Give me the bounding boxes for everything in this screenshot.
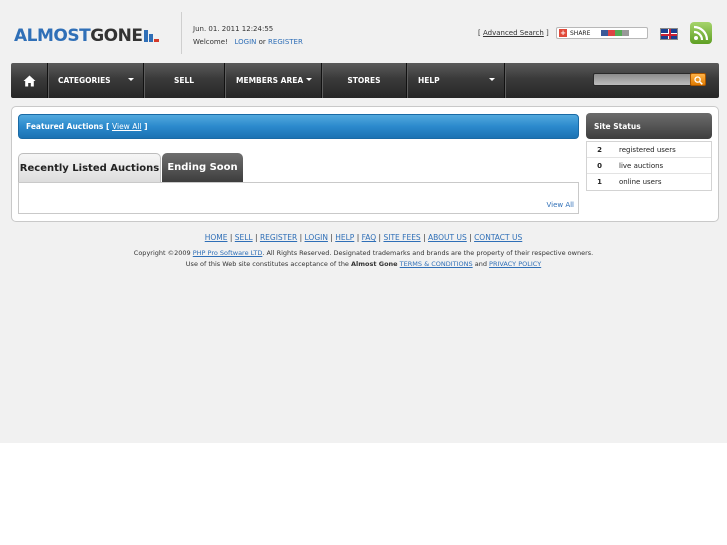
- nav-members-area[interactable]: MEMBERS AREA: [225, 63, 322, 98]
- page: ALMOST GONE Jun. 01. 2011 12:24:55 Welcom…: [0, 0, 727, 443]
- share-label: SHARE: [570, 29, 591, 37]
- status-value: 0: [597, 161, 602, 170]
- advanced-search: [ Advanced Search ]: [478, 29, 549, 37]
- copyright-line: Copyright ©2009 PHP Pro Software LTD. Al…: [0, 249, 727, 257]
- nav-stores[interactable]: STORES: [322, 63, 407, 98]
- nav-stores-label: STORES: [347, 76, 381, 85]
- search-input[interactable]: [593, 73, 693, 86]
- nav-categories-label: CATEGORIES: [58, 76, 111, 85]
- footer-link-sell[interactable]: SELL: [235, 233, 253, 242]
- current-datetime: Jun. 01. 2011 12:24:55: [193, 25, 274, 33]
- featured-title: Featured Auctions: [26, 122, 104, 131]
- tab-ending-soon[interactable]: Ending Soon: [162, 153, 243, 182]
- register-link[interactable]: REGISTER: [268, 38, 303, 46]
- chevron-down-icon: [128, 78, 134, 81]
- footer-link-home[interactable]: HOME: [205, 233, 228, 242]
- tab-panel: View All: [18, 182, 579, 214]
- status-row: 2 registered users: [587, 142, 711, 158]
- footer-links: HOME | SELL | REGISTER | LOGIN | HELP | …: [204, 233, 523, 242]
- footer-link-faq[interactable]: FAQ: [362, 233, 377, 242]
- status-label: registered users: [619, 145, 676, 154]
- terms-link[interactable]: TERMS & CONDITIONS: [400, 260, 473, 268]
- nav-home[interactable]: [11, 63, 48, 98]
- site-status-header: Site Status: [586, 113, 712, 139]
- site-logo[interactable]: ALMOST GONE: [14, 26, 160, 46]
- nav-categories[interactable]: CATEGORIES: [48, 63, 144, 98]
- status-row: 0 live auctions: [587, 158, 711, 174]
- nav-help[interactable]: HELP: [407, 63, 505, 98]
- terms-prefix: Use of this Web site constitutes accepta…: [185, 260, 349, 268]
- nav-members-label: MEMBERS AREA: [236, 76, 304, 85]
- copyright-suffix: . All Rights Reserved. Designated tradem…: [262, 249, 594, 257]
- footer-link-about-us[interactable]: ABOUT US: [428, 233, 467, 242]
- search-button[interactable]: [690, 73, 706, 86]
- terms-line: Use of this Web site constitutes accepta…: [0, 260, 727, 268]
- copyright-prefix: Copyright ©2009: [133, 249, 191, 257]
- uk-flag-icon[interactable]: [660, 28, 678, 40]
- footer-link-site-fees[interactable]: SITE FEES: [383, 233, 420, 242]
- status-value: 2: [597, 145, 602, 154]
- advanced-search-link[interactable]: Advanced Search: [483, 29, 544, 37]
- footer-link-help[interactable]: HELP: [335, 233, 354, 242]
- featured-view-all-link[interactable]: View All: [112, 122, 141, 131]
- site-status-box: 2 registered users 0 live auctions 1 onl…: [586, 141, 712, 191]
- logo-text-gone: GONE: [90, 26, 143, 46]
- rss-icon[interactable]: [690, 22, 712, 44]
- nav-sell-label: SELL: [173, 76, 195, 85]
- welcome-text: Welcome!: [193, 38, 228, 46]
- logo-bars-icon: [144, 30, 160, 42]
- company-link[interactable]: PHP Pro Software LTD: [193, 249, 263, 257]
- login-link[interactable]: LOGIN: [235, 38, 257, 46]
- and-text: and: [474, 260, 487, 268]
- footer-link-register[interactable]: REGISTER: [260, 233, 297, 242]
- privacy-link[interactable]: PRIVACY POLICY: [489, 260, 541, 268]
- header-divider: [181, 12, 182, 54]
- share-services-icon: [601, 30, 630, 36]
- footer-link-contact-us[interactable]: CONTACT US: [474, 233, 522, 242]
- home-icon: [23, 75, 35, 86]
- nav-help-label: HELP: [418, 76, 440, 85]
- chevron-down-icon: [306, 78, 312, 81]
- tab-recently-listed[interactable]: Recently Listed Auctions: [18, 153, 161, 183]
- site-name: Almost Gone: [351, 260, 398, 268]
- footer-link-login[interactable]: LOGIN: [305, 233, 328, 242]
- panel-view-all-link[interactable]: View All: [546, 201, 574, 209]
- status-label: live auctions: [619, 161, 664, 170]
- or-text: or: [258, 38, 266, 46]
- nav-sell[interactable]: SELL: [144, 63, 225, 98]
- status-label: online users: [619, 178, 662, 186]
- logo-text-almost: ALMOST: [14, 26, 91, 46]
- featured-auctions-header: Featured Auctions [ View All ]: [18, 114, 579, 139]
- status-value: 1: [597, 178, 602, 186]
- search-icon: [694, 76, 703, 85]
- status-row: 1 online users: [587, 174, 711, 190]
- chevron-down-icon: [489, 78, 495, 81]
- main-nav: CATEGORIES SELL MEMBERS AREA STORES HELP: [11, 63, 719, 98]
- welcome-line: Welcome! LOGIN or REGISTER: [193, 38, 303, 46]
- share-button[interactable]: + SHARE: [556, 27, 648, 39]
- share-plus-icon: +: [559, 29, 567, 37]
